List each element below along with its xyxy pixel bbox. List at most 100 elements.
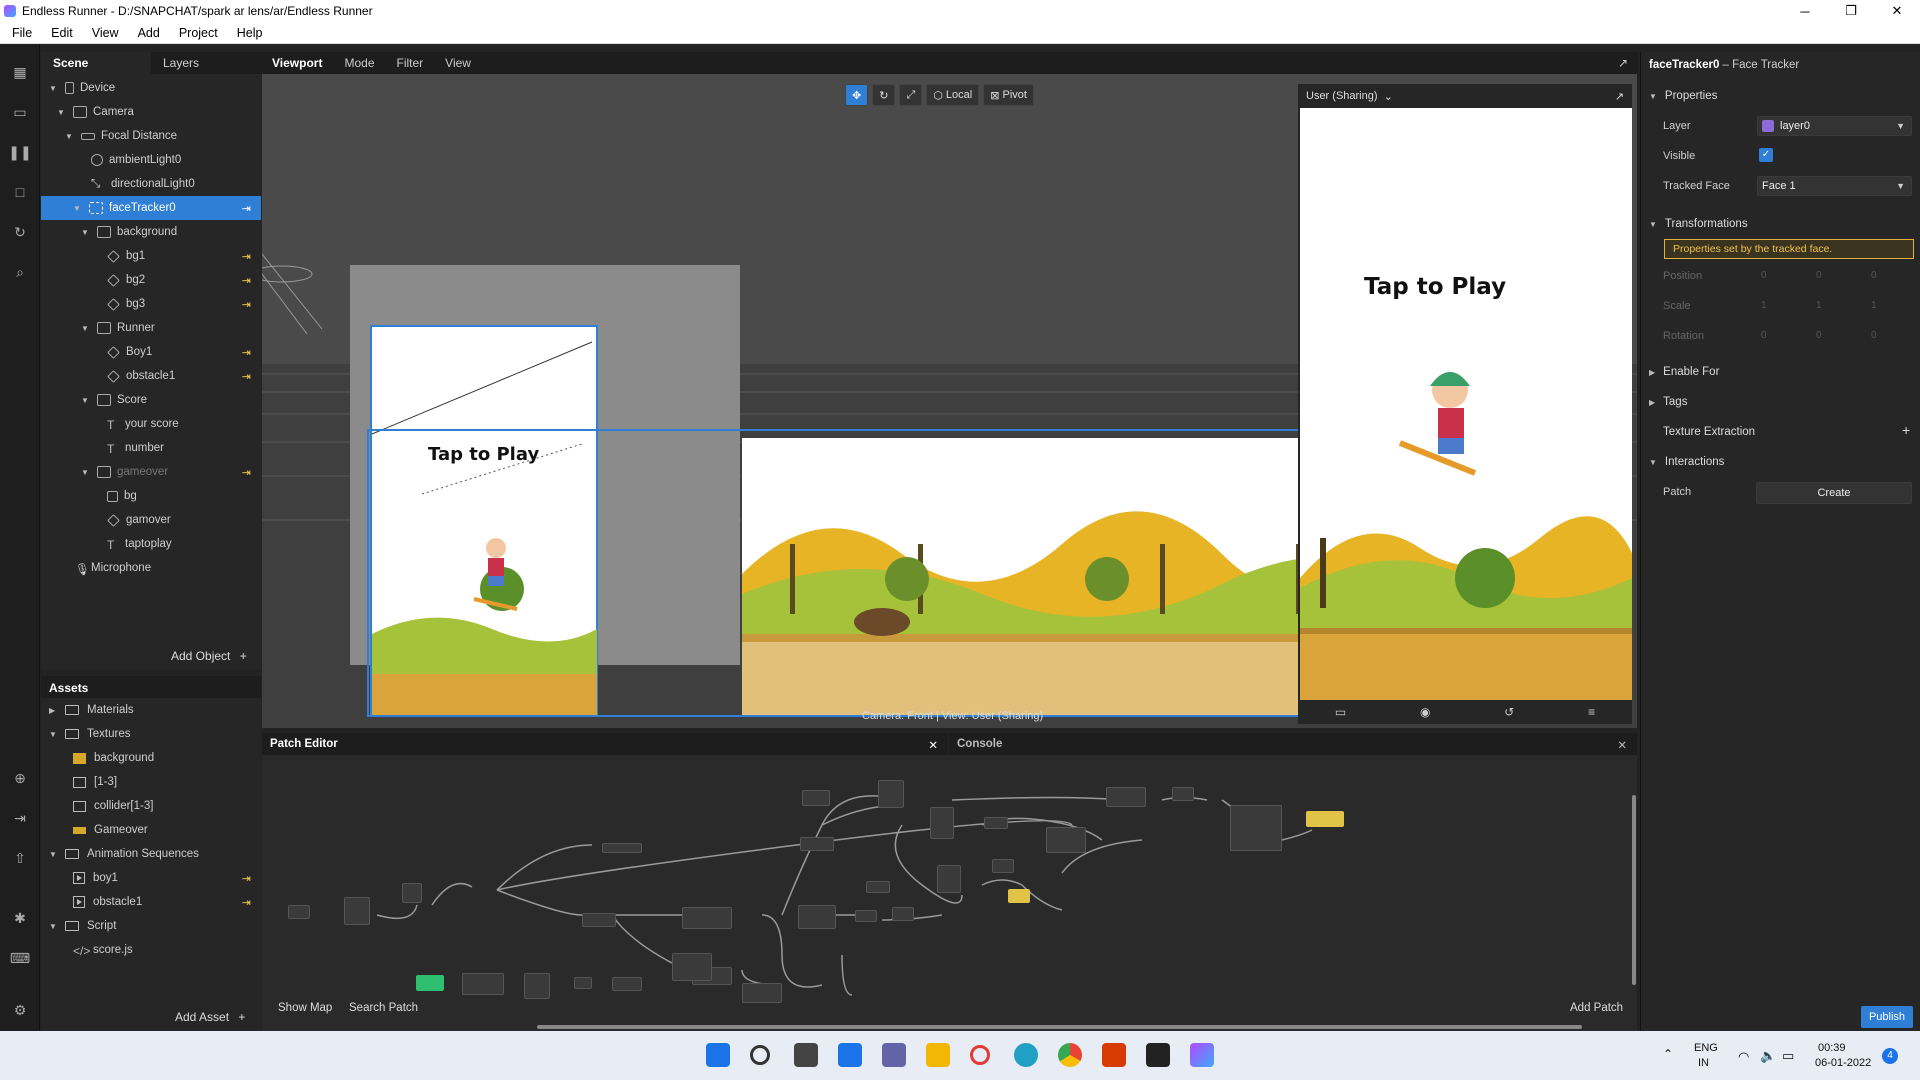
tree-item-boy1[interactable]: Boy1 ⇥	[41, 340, 261, 364]
pop-out-icon[interactable]: ↗	[1618, 56, 1628, 70]
pin-icon[interactable]: ⇥	[242, 202, 251, 215]
tab-viewport[interactable]: Viewport	[272, 56, 322, 70]
section-enable-for[interactable]: ▶ Enable For	[1649, 366, 1719, 378]
patch-node[interactable]	[462, 973, 504, 995]
patch-node-interaction[interactable]	[416, 975, 444, 991]
upload-icon[interactable]: ⇧	[10, 848, 30, 868]
wifi-icon[interactable]: ◠	[1738, 1049, 1749, 1065]
pin-icon[interactable]: ⇥	[242, 346, 251, 359]
layout-icon[interactable]: ▦	[10, 62, 30, 82]
patch-node[interactable]	[602, 843, 642, 853]
patch-node[interactable]	[742, 983, 782, 1003]
pop-out-icon[interactable]: ↗	[1615, 90, 1624, 103]
asset-folder-script[interactable]: ▼ Script	[41, 914, 261, 938]
language-code[interactable]: ENG	[1694, 1042, 1718, 1054]
tracked-face-dropdown[interactable]: Face 1 ▼	[1757, 176, 1912, 196]
section-tags[interactable]: ▶ Tags	[1649, 396, 1687, 408]
bug-icon[interactable]: ✱	[10, 908, 30, 928]
tree-item-bg2[interactable]: bg2 ⇥	[41, 268, 261, 292]
edge-icon[interactable]	[1014, 1043, 1038, 1067]
pivot-toggle-button[interactable]: ⊠ Pivot	[983, 84, 1034, 106]
stop-icon[interactable]: □	[10, 182, 30, 202]
layer-dropdown[interactable]: layer0 ▼	[1757, 116, 1912, 136]
tree-item-your-score[interactable]: Tyour score	[41, 412, 261, 436]
teams-chat-icon[interactable]	[882, 1043, 906, 1067]
volume-icon[interactable]: 🔈	[1760, 1048, 1776, 1064]
clock-time[interactable]: 00:39	[1818, 1042, 1846, 1054]
menu-project[interactable]: Project	[179, 26, 218, 40]
import-icon[interactable]: ⊕	[10, 768, 30, 788]
tab-mode[interactable]: Mode	[344, 56, 374, 70]
patch-node[interactable]	[1106, 787, 1146, 807]
screenshot-icon[interactable]: ◉	[1420, 705, 1430, 719]
patch-node[interactable]	[937, 865, 961, 893]
asset-folder-materials[interactable]: ▶ Materials	[41, 698, 261, 722]
settings-gear-icon[interactable]: ⚙	[10, 1000, 30, 1020]
pin-icon[interactable]: ⇥	[242, 872, 251, 885]
menu-help[interactable]: Help	[237, 26, 263, 40]
section-transformations[interactable]: ▼ Transformations	[1649, 218, 1748, 230]
add-patch-button[interactable]: Add Patch	[1570, 1002, 1623, 1014]
search-icon[interactable]: ⌕	[10, 262, 30, 282]
tab-scene[interactable]: Scene	[41, 52, 151, 74]
patch-node[interactable]	[798, 905, 836, 929]
tree-item-taptoplay[interactable]: Ttaptoplay	[41, 532, 261, 556]
patch-node[interactable]	[1046, 827, 1086, 853]
task-view-icon[interactable]	[794, 1043, 818, 1067]
tree-item-background[interactable]: ▼ background	[41, 220, 261, 244]
tab-filter[interactable]: Filter	[397, 56, 424, 70]
tree-item-gamover[interactable]: gamover	[41, 508, 261, 532]
minimize-button[interactable]: ─	[1782, 0, 1828, 22]
asset-script-score[interactable]: </> score.js	[41, 938, 261, 962]
close-patch-editor-icon[interactable]: ✕	[928, 738, 938, 752]
tab-view[interactable]: View	[445, 56, 471, 70]
asset-texture-collider[interactable]: collider[1-3]	[41, 794, 261, 818]
patch-node[interactable]	[892, 907, 914, 921]
patch-node[interactable]	[984, 817, 1008, 829]
record-app-icon[interactable]	[970, 1045, 990, 1065]
tree-item-focal-distance[interactable]: ▼ Focal Distance	[41, 124, 261, 148]
patch-node[interactable]	[582, 913, 616, 927]
patch-horizontal-scrollbar[interactable]	[537, 1025, 1582, 1029]
menu-file[interactable]: File	[12, 26, 32, 40]
tab-console[interactable]: Console ✕	[949, 733, 1637, 755]
simulator-screen[interactable]: Tap to Play	[1300, 108, 1632, 700]
section-interactions[interactable]: ▼ Interactions	[1649, 456, 1724, 468]
tree-item-obstacle1[interactable]: obstacle1 ⇥	[41, 364, 261, 388]
menu-icon[interactable]: ≡	[1588, 705, 1595, 719]
asset-animation-boy1[interactable]: boy1 ⇥	[41, 866, 261, 890]
patch-node[interactable]	[344, 897, 370, 925]
patch-editor-canvas[interactable]	[262, 755, 1637, 1031]
tab-layers[interactable]: Layers	[151, 52, 211, 74]
tree-item-bg1[interactable]: bg1 ⇥	[41, 244, 261, 268]
publish-button[interactable]: Publish	[1861, 1006, 1913, 1028]
close-console-icon[interactable]: ✕	[1617, 738, 1627, 752]
spark-ar-taskbar-icon[interactable]	[1190, 1043, 1214, 1067]
scale-tool-button[interactable]: ⤢	[899, 84, 923, 106]
patch-node-output[interactable]	[1306, 811, 1344, 827]
asset-folder-animation-sequences[interactable]: ▼ Animation Sequences	[41, 842, 261, 866]
chrome-icon[interactable]	[1058, 1043, 1082, 1067]
rotate-tool-button[interactable]: ↻	[872, 84, 896, 106]
refresh-icon[interactable]: ↻	[10, 222, 30, 242]
patch-node[interactable]	[288, 905, 310, 919]
patch-node[interactable]	[992, 859, 1014, 873]
tree-item-gameover[interactable]: ▼ gameover ⇥	[41, 460, 261, 484]
pin-icon[interactable]: ⇥	[242, 896, 251, 909]
menu-view[interactable]: View	[92, 26, 119, 40]
tree-item-facetracker[interactable]: ▼ faceTracker0 ⇥	[41, 196, 261, 220]
close-button[interactable]: ✕	[1874, 0, 1920, 22]
office-icon[interactable]	[1102, 1043, 1126, 1067]
menu-add[interactable]: Add	[138, 26, 160, 40]
terminal-icon[interactable]	[1146, 1043, 1170, 1067]
patch-node[interactable]	[402, 883, 422, 903]
patch-node[interactable]	[800, 837, 834, 851]
tree-item-bg3[interactable]: bg3 ⇥	[41, 292, 261, 316]
chevron-up-icon[interactable]: ⌃	[1663, 1047, 1673, 1061]
notification-badge[interactable]: 4	[1882, 1048, 1898, 1064]
tree-item-bg[interactable]: bg	[41, 484, 261, 508]
keyboard-icon[interactable]: ⌨	[10, 948, 30, 968]
record-video-icon[interactable]: ▭	[1335, 705, 1346, 719]
region-code[interactable]: IN	[1698, 1057, 1709, 1069]
send-to-device-icon[interactable]: ⇥	[10, 808, 30, 828]
